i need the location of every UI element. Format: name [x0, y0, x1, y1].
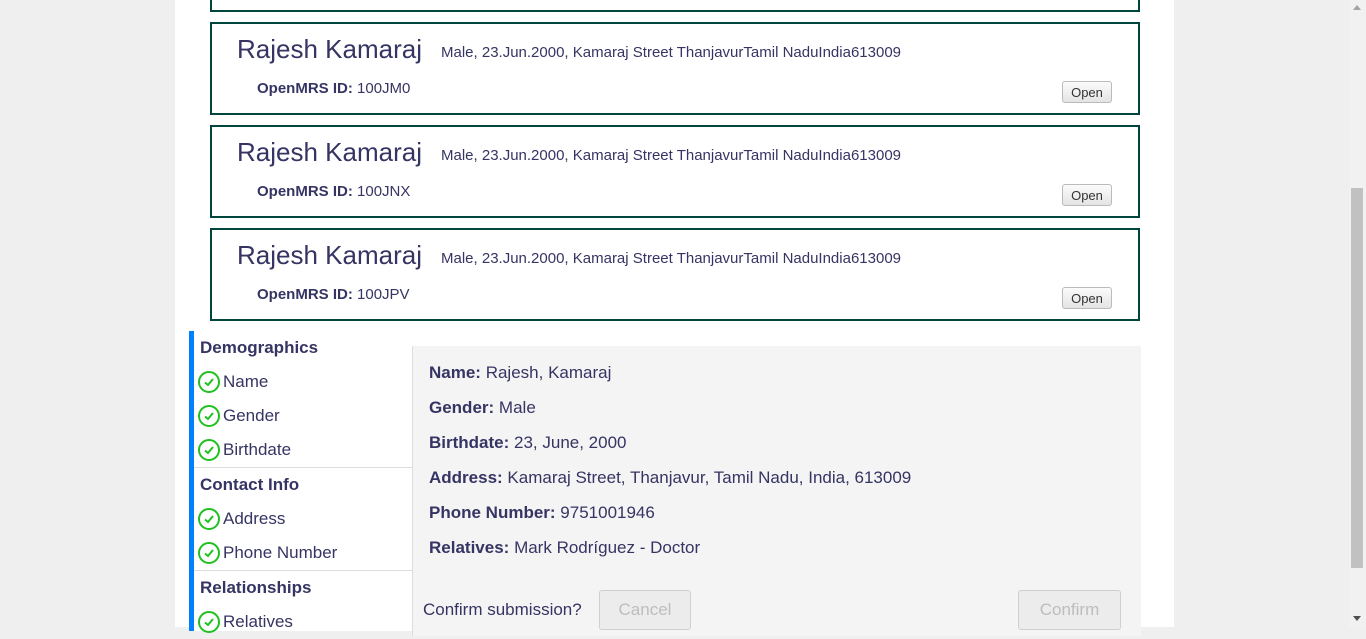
- sidebar-section-title[interactable]: Demographics: [194, 331, 415, 365]
- summary-name: Name: Rajesh, Kamaraj: [429, 363, 611, 383]
- sidebar-item-name[interactable]: Name: [194, 365, 415, 399]
- sidebar-section-demographics: Demographics Name Gender Birthdate: [194, 331, 415, 468]
- patient-id-value: 100JPV: [357, 286, 410, 303]
- sidebar-section-title[interactable]: Contact Info: [194, 468, 415, 502]
- patient-details: Male, 23.Jun.2000, Kamaraj Street Thanja…: [441, 147, 902, 164]
- sidebar-item-gender[interactable]: Gender: [194, 399, 415, 433]
- sidebar-section-title[interactable]: Relationships: [194, 571, 415, 605]
- patient-result-card: Rajesh Kamaraj Male, 23.Jun.2000, Kamara…: [210, 22, 1140, 115]
- patient-id-value: 100JM0: [357, 80, 411, 97]
- cancel-button[interactable]: Cancel: [599, 590, 691, 630]
- summary-label: Birthdate:: [429, 433, 510, 452]
- summary-label: Name:: [429, 363, 481, 382]
- patient-name: Rajesh Kamaraj: [237, 34, 422, 64]
- sidebar-item-address[interactable]: Address: [194, 502, 415, 536]
- open-button[interactable]: Open: [1062, 287, 1112, 309]
- sidebar-section-contact-info: Contact Info Address Phone Number: [194, 468, 415, 571]
- summary-label: Address:: [429, 468, 503, 487]
- confirm-button[interactable]: Confirm: [1018, 590, 1121, 630]
- scroll-up-arrow-icon[interactable]: [1353, 5, 1361, 10]
- patient-id-label: OpenMRS ID:: [257, 286, 353, 303]
- summary-value: Male: [498, 398, 536, 417]
- summary-phone-number: Phone Number: 9751001946: [429, 503, 655, 523]
- patient-details: Male, 23.Jun.2000, Kamaraj Street Thanja…: [441, 250, 902, 267]
- check-circle-icon: [198, 508, 220, 530]
- sidebar-item-label: Gender: [223, 406, 280, 425]
- registration-sidebar: Demographics Name Gender Birthdate Conta…: [189, 331, 415, 633]
- summary-address: Address: Kamaraj Street, Thanjavur, Tami…: [429, 468, 911, 488]
- sidebar-item-label: Birthdate: [223, 440, 292, 459]
- sidebar-section-relationships: Relationships Relatives: [194, 571, 415, 639]
- sidebar-item-label: Address: [223, 509, 286, 528]
- sidebar-item-phone-number[interactable]: Phone Number: [194, 536, 415, 570]
- patient-result-card: Rajesh Kamaraj Male, 23.Jun.2000, Kamara…: [210, 125, 1140, 218]
- check-circle-icon: [198, 439, 220, 461]
- patient-id: OpenMRS ID: 100JM0: [257, 80, 410, 97]
- summary-label: Relatives:: [429, 538, 510, 557]
- check-circle-icon: [198, 542, 220, 564]
- patient-id-value: 100JNX: [357, 183, 411, 200]
- scroll-down-arrow-icon[interactable]: [1353, 616, 1361, 621]
- patient-result-card: Rajesh Kamaraj Male, 23.Jun.2000, Kamara…: [210, 228, 1140, 321]
- open-button[interactable]: Open: [1062, 184, 1112, 206]
- patient-id: OpenMRS ID: 100JNX: [257, 183, 410, 200]
- summary-gender: Gender: Male: [429, 398, 536, 418]
- sidebar-item-label: Phone Number: [223, 543, 338, 562]
- confirmation-summary: Name: Rajesh, Kamaraj Gender: Male Birth…: [412, 346, 1141, 636]
- open-button[interactable]: Open: [1062, 81, 1112, 103]
- check-circle-icon: [198, 611, 220, 633]
- summary-value: 23, June, 2000: [514, 433, 627, 452]
- patient-id: OpenMRS ID: 100JPV: [257, 286, 410, 303]
- summary-value: 9751001946: [560, 503, 655, 522]
- patient-name: Rajesh Kamaraj: [237, 240, 422, 270]
- sidebar-item-relatives[interactable]: Relatives: [194, 605, 415, 639]
- summary-value: Rajesh, Kamaraj: [485, 363, 612, 382]
- sidebar-item-birthdate[interactable]: Birthdate: [194, 433, 415, 467]
- patient-result-card-partial: [210, 0, 1140, 12]
- vertical-scrollbar[interactable]: [1349, 0, 1366, 627]
- check-circle-icon: [198, 371, 220, 393]
- summary-value: Mark Rodríguez - Doctor: [514, 538, 701, 557]
- confirm-question: Confirm submission?: [423, 600, 582, 619]
- summary-relatives: Relatives: Mark Rodríguez - Doctor: [429, 538, 700, 558]
- patient-details: Male, 23.Jun.2000, Kamaraj Street Thanja…: [441, 44, 902, 61]
- summary-label: Phone Number:: [429, 503, 556, 522]
- patient-id-label: OpenMRS ID:: [257, 183, 353, 200]
- patient-id-label: OpenMRS ID:: [257, 80, 353, 97]
- summary-value: Kamaraj Street, Thanjavur, Tamil Nadu, I…: [507, 468, 912, 487]
- check-circle-icon: [198, 405, 220, 427]
- sidebar-item-label: Relatives: [223, 612, 293, 631]
- patient-name: Rajesh Kamaraj: [237, 137, 422, 167]
- summary-birthdate: Birthdate: 23, June, 2000: [429, 433, 627, 453]
- scrollbar-thumb[interactable]: [1351, 188, 1363, 568]
- summary-label: Gender:: [429, 398, 495, 417]
- sidebar-item-label: Name: [223, 372, 269, 391]
